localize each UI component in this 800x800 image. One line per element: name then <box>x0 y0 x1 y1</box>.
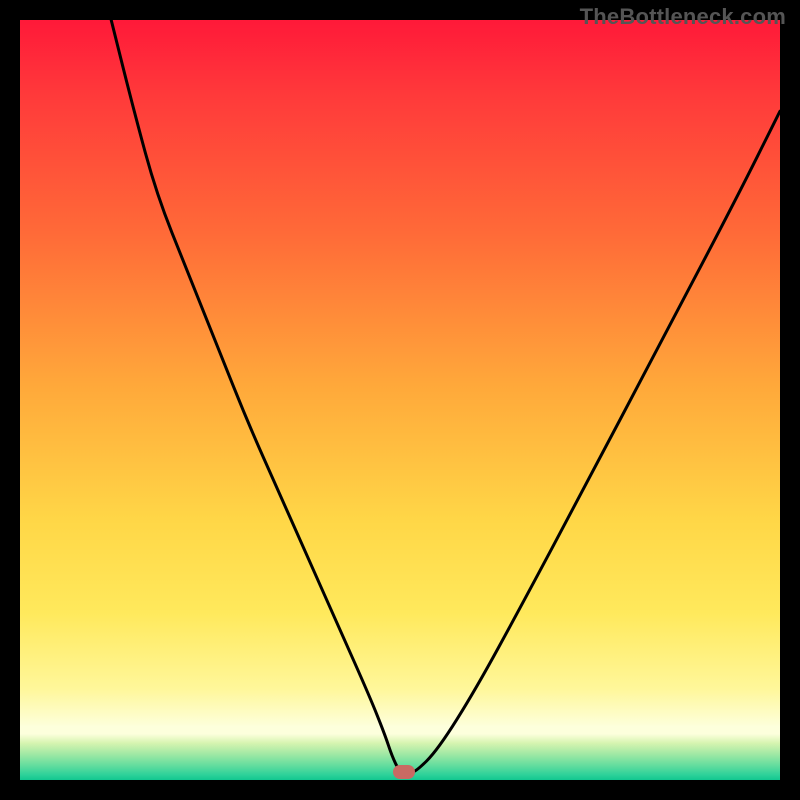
bottleneck-marker <box>393 765 415 779</box>
watermark-text: TheBottleneck.com <box>580 4 786 30</box>
chart-plot-area <box>20 20 780 780</box>
curve-path <box>111 20 780 772</box>
page-root: TheBottleneck.com <box>0 0 800 800</box>
chart-curve <box>20 20 780 780</box>
